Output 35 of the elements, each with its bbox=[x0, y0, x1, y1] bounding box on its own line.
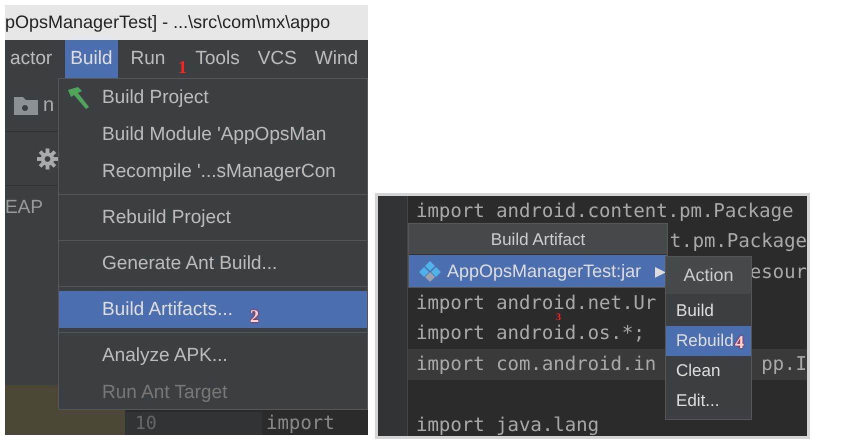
menu-item[interactable]: Rebuild Project bbox=[59, 199, 367, 236]
menu-item[interactable]: Generate Ant Build... bbox=[59, 245, 367, 282]
step-number: 1 bbox=[178, 58, 187, 76]
menu-item[interactable]: Edit... bbox=[666, 386, 751, 416]
menu-item[interactable]: Wind bbox=[310, 40, 364, 78]
menu-item[interactable]: Tools bbox=[190, 40, 245, 78]
code-text: import android.content.pm.Package bbox=[416, 200, 794, 222]
menu-item[interactable]: AppOpsManagerTest:jar ▶ bbox=[409, 255, 667, 287]
menu-item[interactable]: VCS bbox=[252, 40, 302, 78]
popup-title: Action bbox=[666, 257, 751, 294]
code-text: pp.I bbox=[761, 354, 807, 375]
menu-item[interactable]: Build bbox=[666, 296, 751, 326]
menu-item[interactable]: Recompile '...sManagerCon bbox=[59, 153, 367, 190]
artifact-icon bbox=[419, 260, 441, 282]
code-text: import android.net.Ur bbox=[416, 292, 656, 314]
menu-item[interactable]: Clean bbox=[666, 356, 751, 386]
sidebar-label: EAP bbox=[5, 197, 44, 218]
code-text: t.pm.Package bbox=[670, 231, 807, 252]
window-title: pOpsManagerTest] - ...\src\com\mx\appo bbox=[5, 5, 368, 40]
menu-item[interactable]: Build Module 'AppOpsMan bbox=[59, 116, 367, 153]
step-number: 2 bbox=[250, 307, 259, 325]
code-text: import android.os.*; bbox=[416, 323, 645, 344]
menu-item[interactable]: actor bbox=[5, 40, 58, 78]
code-text: import com.android.in bbox=[416, 354, 656, 375]
sidebar-label: n bbox=[43, 92, 54, 118]
menu-item[interactable]: Build Project bbox=[59, 79, 367, 116]
code-text: import bbox=[265, 412, 335, 435]
step-number: 3 bbox=[556, 313, 561, 323]
code-text: import java.lang bbox=[416, 415, 600, 436]
step-number: 4 bbox=[735, 333, 744, 351]
menu-item[interactable]: Analyze APK... bbox=[59, 337, 367, 374]
menu-item[interactable]: Build bbox=[65, 40, 118, 78]
code-text: esour bbox=[750, 262, 807, 283]
popup-title: Build Artifact bbox=[409, 224, 667, 255]
menu-item[interactable]: Run bbox=[126, 40, 170, 78]
